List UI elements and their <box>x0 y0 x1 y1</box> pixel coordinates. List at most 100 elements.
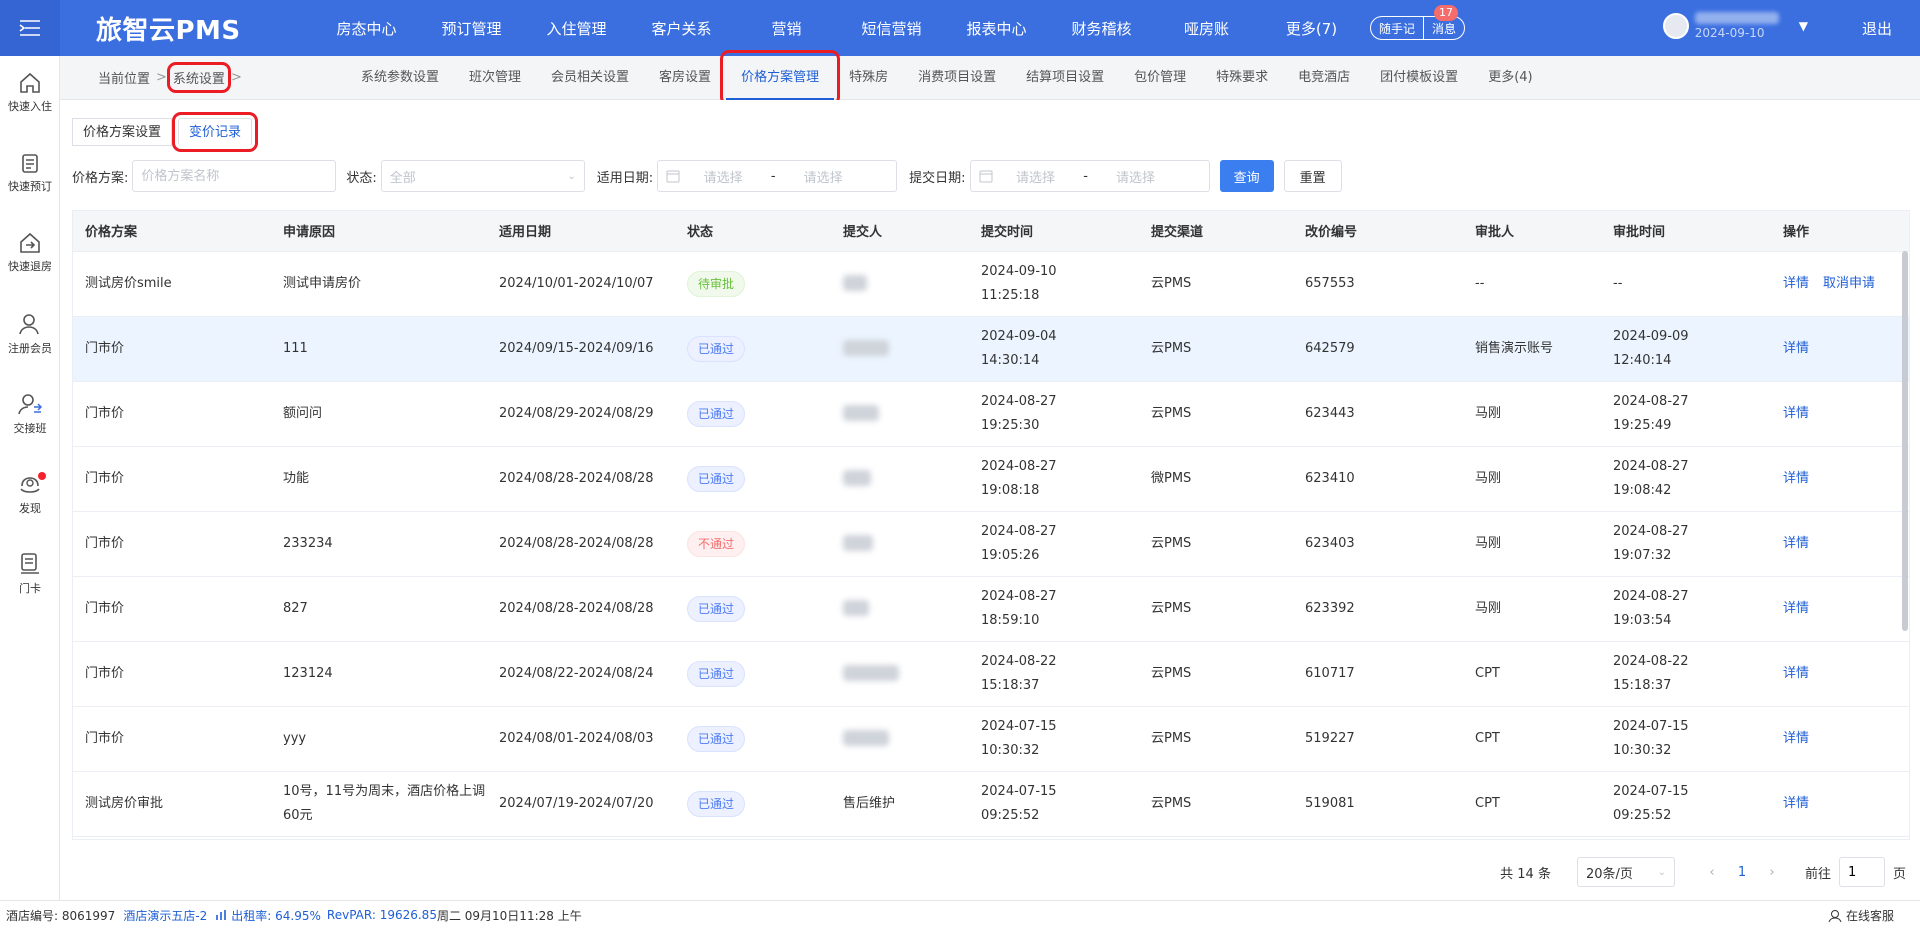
nav-reports[interactable]: 报表中心 <box>944 18 1049 39</box>
tab-price-plan-settings[interactable]: 价格方案设置 <box>72 118 173 146</box>
reset-button[interactable]: 重置 <box>1283 160 1342 192</box>
prev-page-icon[interactable]: ‹ <box>1697 865 1727 880</box>
table-row[interactable]: 测试房价审批 10号，11号为周末，酒店价格上调60元 2024/07/19-202… <box>73 771 1909 837</box>
nav-dummy-account[interactable]: 哑房账 <box>1154 18 1259 39</box>
table-row[interactable]: 测试房价smile 测试申请房价 2024/10/01-2024/10/07 待审批 2… <box>73 251 1909 317</box>
nav-sms-marketing[interactable]: 短信营销 <box>839 18 944 39</box>
submit-date-start: 请选择 <box>1016 170 1056 186</box>
plan-filter-label: 价格方案: <box>72 170 129 186</box>
cell-plan: 门市价 <box>73 641 271 707</box>
tab-price-change-records[interactable]: 变价记录 <box>172 112 259 152</box>
nav-checkin[interactable]: 入住管理 <box>524 18 629 39</box>
sidebar-item-quick-checkin[interactable]: 快速入住 <box>0 72 60 114</box>
sidebar-item-quick-checkout[interactable]: 快速退房 <box>0 232 60 274</box>
nav-finance-audit[interactable]: 财务稽核 <box>1049 18 1154 39</box>
cell-status: 已通过 <box>675 771 831 837</box>
cell-status-text: 待审批 <box>687 270 746 297</box>
details-link[interactable]: 详情 <box>1783 471 1809 486</box>
cell-channel-text: 云PMS <box>1151 535 1192 551</box>
tab-special-requests[interactable]: 特殊要求 <box>1201 56 1283 100</box>
tab-special-rooms[interactable]: 特殊房 <box>834 56 903 100</box>
details-link[interactable]: 详情 <box>1783 406 1809 421</box>
tab-group-template[interactable]: 团付模板设置 <box>1365 56 1473 100</box>
tab-price-plan-management[interactable]: 价格方案管理 <box>720 49 841 106</box>
cell-submitter <box>831 576 969 642</box>
approve-time-line: -- <box>1613 275 1623 291</box>
quick-notes-button[interactable]: 随手记 <box>1371 20 1423 37</box>
submitter-redacted <box>843 340 889 356</box>
submit-date-end: 请选择 <box>1116 170 1156 186</box>
table-row[interactable]: 门市价 233234 2024/08/28-2024/08/28 不通过 2024-08… <box>73 511 1909 577</box>
nav-room-status[interactable]: 房态中心 <box>314 18 419 39</box>
nav-marketing[interactable]: 营销 <box>734 18 839 39</box>
details-link[interactable]: 详情 <box>1783 796 1809 811</box>
submit-date-range-picker[interactable]: 请选择 - 请选择 <box>969 160 1210 192</box>
avatar[interactable] <box>1662 13 1689 39</box>
sidebar-item-quick-booking[interactable]: 快速预订 <box>0 152 60 194</box>
apply-date-label: 适用日期: <box>596 170 654 186</box>
table-row[interactable]: 门市价 功能 2024/08/28-2024/08/28 已通过 2024-08-27 1… <box>73 446 1909 512</box>
tab-consumption-items[interactable]: 消费项目设置 <box>903 56 1011 100</box>
sidebar-item-door-card[interactable]: 门卡 <box>0 552 60 596</box>
cell-channel: 云PMS <box>1139 771 1293 837</box>
nav-more[interactable]: 更多(7) <box>1259 18 1364 39</box>
goto-page-input[interactable] <box>1838 857 1885 887</box>
menu-toggle-button[interactable] <box>0 0 60 56</box>
table-row[interactable]: 门市价 111 2024/09/15-2024/09/16 已通过 2024-09-04… <box>73 316 1909 382</box>
user-menu[interactable]: 2024-09-10 ▼ <box>1662 12 1808 40</box>
tab-member-settings[interactable]: 会员相关设置 <box>536 56 644 100</box>
details-link[interactable]: 详情 <box>1783 666 1809 681</box>
table-row[interactable]: 门市价 827 2024/08/28-2024/08/28 已通过 2024-08-27… <box>73 576 1909 642</box>
cell-status-text: 已通过 <box>687 595 746 622</box>
main-content: 价格方案设置 变价记录 价格方案: 状态: 全部 ⌄ 适用日期: 请选择 - 请… <box>60 100 1920 900</box>
page-size-value: 20条/页 <box>1585 866 1633 882</box>
tab-settlement-items[interactable]: 结算项目设置 <box>1011 56 1119 100</box>
sidebar-item-register-member[interactable]: 注册会员 <box>0 312 60 356</box>
messages-button[interactable]: 消息 <box>1424 20 1464 37</box>
cell-plan-text: 测试房价审批 <box>85 795 164 811</box>
logout-button[interactable]: 退出 <box>1862 18 1892 39</box>
table-scrollbar[interactable] <box>1902 251 1908 631</box>
table-row[interactable]: 门市价 123124 2024/08/22-2024/08/24 已通过 2024-08… <box>73 641 1909 707</box>
details-link[interactable]: 详情 <box>1783 276 1809 291</box>
tab-shift-management[interactable]: 班次管理 <box>454 56 536 100</box>
cell-actions: 详情 <box>1771 446 1909 512</box>
details-link[interactable]: 详情 <box>1783 601 1809 616</box>
details-link[interactable]: 详情 <box>1783 536 1809 551</box>
breadcrumb-current[interactable]: 系统设置 <box>166 62 231 93</box>
nav-crm[interactable]: 客户关系 <box>629 18 734 39</box>
tab-more[interactable]: 更多(4) <box>1473 56 1547 100</box>
plan-name-input[interactable] <box>132 160 337 192</box>
sidebar-item-label: 门卡 <box>19 582 41 595</box>
sidebar-item-label: 快速退房 <box>8 260 52 273</box>
submit-time-line: 2024-09-04 <box>981 328 1057 344</box>
cancel-request-link[interactable]: 取消申请 <box>1823 276 1875 291</box>
hotel-name[interactable]: 酒店演示五店-2 <box>123 907 207 924</box>
current-page[interactable]: 1 <box>1727 865 1757 880</box>
tab-system-params[interactable]: 系统参数设置 <box>346 56 454 100</box>
table-row[interactable]: 门市价 yyy 2024/08/01-2024/08/03 已通过 2024-07-15… <box>73 706 1909 772</box>
details-link[interactable]: 详情 <box>1783 731 1809 746</box>
details-link[interactable]: 详情 <box>1783 341 1809 356</box>
next-page-icon[interactable]: › <box>1757 865 1787 880</box>
apply-date-range-picker[interactable]: 请选择 - 请选择 <box>657 160 898 192</box>
approve-time-line: 12:40:14 <box>1613 352 1672 368</box>
cell-actions: 详情 <box>1771 641 1909 707</box>
status-select[interactable]: 全部 ⌄ <box>380 160 585 192</box>
nav-booking[interactable]: 预订管理 <box>419 18 524 39</box>
sidebar-item-shift-handover[interactable]: 交接班 <box>0 392 60 436</box>
page-size-select[interactable]: 20条/页 ⌄ <box>1576 857 1675 887</box>
query-button[interactable]: 查询 <box>1219 160 1274 192</box>
caret-down-icon[interactable]: ▼ <box>1799 19 1808 33</box>
cell-actions: 详情 <box>1771 576 1909 642</box>
tab-esports-hotel[interactable]: 电竞酒店 <box>1283 56 1365 100</box>
sidebar-item-discover[interactable]: 发现 <box>0 472 60 516</box>
cell-code-text: 519227 <box>1305 730 1355 746</box>
inner-tabs: 价格方案设置 变价记录 <box>72 112 259 152</box>
status-bar: 酒店编号: 8061997 酒店演示五店-2 出租率: 64.95% RevPA… <box>0 900 1920 929</box>
tab-room-settings[interactable]: 客房设置 <box>644 56 726 100</box>
cell-plan: 测试房价审批 <box>73 771 271 837</box>
tab-package-management[interactable]: 包价管理 <box>1119 56 1201 100</box>
online-service-button[interactable]: 在线客服 <box>1828 907 1894 924</box>
table-row[interactable]: 门市价 额问问 2024/08/29-2024/08/29 已通过 2024-08-27… <box>73 381 1909 447</box>
